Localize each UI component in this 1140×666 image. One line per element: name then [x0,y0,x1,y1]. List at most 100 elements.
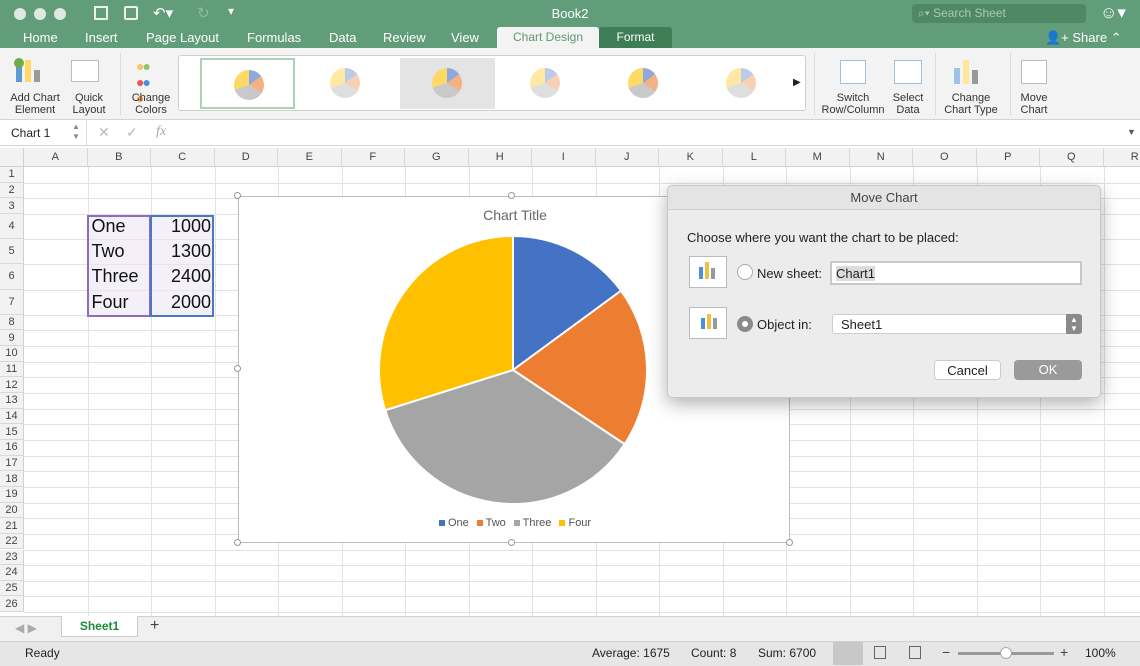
row-header-22[interactable]: 22 [0,533,24,550]
smiley-feedback-icon[interactable]: ☺▾ [1100,3,1126,23]
cell-B4[interactable]: One [92,216,148,237]
column-header-I[interactable]: I [532,148,596,167]
row-header-7[interactable]: 7 [0,289,24,315]
tab-formulas[interactable]: Formulas [247,30,301,45]
chart-style-5[interactable] [596,58,691,109]
chart-resize-handle[interactable] [508,192,515,199]
normal-view-button[interactable] [833,642,863,665]
tab-page-layout[interactable]: Page Layout [146,30,219,45]
tab-review[interactable]: Review [383,30,426,45]
name-box-stepper-icon[interactable]: ▲ ▼ [72,122,80,142]
sheet-tab-sheet1[interactable]: Sheet1 [61,616,138,637]
row-header-1[interactable]: 1 [0,167,24,183]
column-header-K[interactable]: K [659,148,723,167]
chart-resize-handle[interactable] [234,365,241,372]
tab-home[interactable]: Home [23,30,58,45]
change-chart-type-button[interactable]: Change Chart Type [940,92,1002,116]
switch-row-column-icon[interactable] [840,60,866,84]
column-header-L[interactable]: L [722,148,786,167]
row-header-11[interactable]: 11 [0,361,24,378]
cell-B7[interactable]: Four [92,292,148,313]
gallery-next-arrow-icon[interactable]: ▶ [793,77,801,88]
enter-formula-icon[interactable]: ✓ [126,124,138,141]
row-header-2[interactable]: 2 [0,182,24,199]
column-header-J[interactable]: J [595,148,659,167]
legend-item-four[interactable]: Four [559,517,591,529]
cell-C5[interactable]: 1300 [155,241,211,262]
switch-row-column-button[interactable]: Switch Row/Column [820,92,886,116]
select-all-corner[interactable] [0,148,24,167]
tab-insert[interactable]: Insert [85,30,118,45]
tab-data[interactable]: Data [329,30,356,45]
column-header-H[interactable]: H [468,148,532,167]
row-header-20[interactable]: 20 [0,502,24,519]
row-header-9[interactable]: 9 [0,330,24,347]
chart-resize-handle[interactable] [234,539,241,546]
tab-view[interactable]: View [451,30,479,45]
change-chart-type-icon[interactable] [954,60,982,84]
legend-item-one[interactable]: One [438,517,469,529]
change-colors-button[interactable]: Change Colors [126,92,176,116]
row-header-26[interactable]: 26 [0,596,24,613]
select-data-button[interactable]: Select Data [888,92,928,116]
row-header-17[interactable]: 17 [0,455,24,472]
row-header-6[interactable]: 6 [0,264,24,290]
chart-resize-handle[interactable] [234,192,241,199]
cell-C6[interactable]: 2400 [155,266,211,287]
row-header-21[interactable]: 21 [0,518,24,534]
column-header-Q[interactable]: Q [1040,148,1104,167]
quick-layout-icon[interactable] [71,60,99,82]
move-chart-button[interactable]: Move Chart [1014,92,1054,116]
column-header-G[interactable]: G [405,148,469,167]
legend-item-two[interactable]: Two [476,517,506,529]
chart-resize-handle[interactable] [508,539,515,546]
add-chart-element-button[interactable]: Add Chart Element [6,92,64,116]
column-header-M[interactable]: M [786,148,850,167]
expand-formula-bar-icon[interactable]: ▼ [1127,127,1136,137]
quick-layout-button[interactable]: Quick Layout [64,92,114,116]
cell-B6[interactable]: Three [92,266,148,287]
tab-format[interactable]: Format [599,27,672,48]
chart-style-1[interactable] [200,58,295,109]
column-header-P[interactable]: P [976,148,1040,167]
row-header-18[interactable]: 18 [0,471,24,487]
row-header-13[interactable]: 13 [0,393,24,409]
name-box[interactable]: Chart 1 [11,126,50,140]
chart-legend[interactable]: One Two Three Four [239,517,791,529]
zoom-slider-thumb[interactable] [1000,647,1012,659]
row-header-19[interactable]: 19 [0,486,24,503]
cell-B5[interactable]: Two [92,241,148,262]
new-sheet-name-input[interactable]: Chart1 [830,261,1082,285]
row-header-4[interactable]: 4 [0,213,24,240]
column-header-R[interactable]: R [1103,148,1140,167]
cell-C4[interactable]: 1000 [155,216,211,237]
ok-button[interactable]: OK [1014,360,1082,380]
cancel-formula-icon[interactable]: ✕ [98,124,110,141]
row-header-8[interactable]: 8 [0,314,24,331]
column-header-D[interactable]: D [214,148,278,167]
chart-style-2[interactable] [298,58,393,109]
insert-function-icon[interactable]: fx [156,124,166,140]
column-header-F[interactable]: F [341,148,405,167]
row-header-3[interactable]: 3 [0,198,24,214]
row-header-12[interactable]: 12 [0,377,24,393]
object-in-radio-selected[interactable] [737,316,753,332]
row-header-25[interactable]: 25 [0,580,24,597]
zoom-out-button[interactable]: − [942,644,950,660]
tab-chart-design[interactable]: Chart Design [497,27,599,48]
column-header-C[interactable]: C [151,148,215,167]
row-header-14[interactable]: 14 [0,408,24,425]
chart-style-3[interactable] [400,58,495,109]
add-sheet-button[interactable]: + [150,617,159,635]
column-header-A[interactable]: A [24,148,88,167]
sheet-nav-arrows-icon[interactable]: ◀ ▶ [15,621,37,635]
object-in-select[interactable]: Sheet1 ▲ ▼ [832,314,1082,334]
page-layout-view-button[interactable] [874,646,886,659]
chart-resize-handle[interactable] [786,539,793,546]
row-header-15[interactable]: 15 [0,424,24,440]
add-chart-element-icon[interactable] [14,58,50,84]
formula-input[interactable] [180,124,1120,142]
zoom-in-button[interactable]: + [1060,644,1068,660]
row-header-5[interactable]: 5 [0,239,24,265]
page-break-view-button[interactable] [909,646,921,659]
